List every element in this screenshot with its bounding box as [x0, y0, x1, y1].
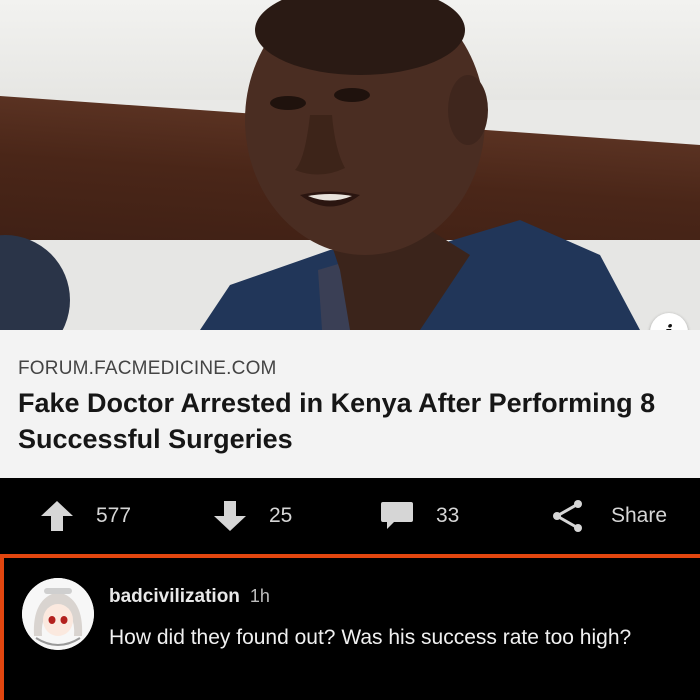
photo-person: [200, 0, 640, 330]
downvote-count: 25: [269, 504, 293, 527]
upvote-count: 577: [96, 504, 132, 527]
article-photo[interactable]: [0, 0, 700, 330]
comment-count: 33: [436, 504, 460, 527]
comment-body: How did they found out? Was his success …: [109, 626, 632, 649]
upvote-arrow-icon: [41, 501, 73, 531]
upvote-button[interactable]: 577: [40, 478, 131, 554]
comment-timestamp: 1h: [249, 586, 270, 606]
comment-item: badcivilization 1h How did they found out…: [0, 554, 700, 700]
link-card[interactable]: FORUM.FACMEDICINE.COM Fake Doctor Arrest…: [0, 330, 700, 478]
post-action-bar: 577 25 33 Share: [0, 478, 700, 554]
link-domain: FORUM.FACMEDICINE.COM: [18, 358, 277, 379]
avatar[interactable]: [22, 578, 94, 650]
comment-author[interactable]: badcivilization 1h: [109, 586, 270, 608]
share-button[interactable]: Share: [551, 478, 667, 554]
share-label: Share: [611, 504, 668, 527]
comment-username[interactable]: badcivilization: [109, 586, 240, 607]
share-icon: [553, 500, 582, 532]
link-title: Fake Doctor Arrested in Kenya After Perf…: [18, 388, 656, 454]
avatar-anime-icon: [22, 578, 94, 650]
comment-bubble-icon: [381, 502, 413, 529]
downvote-arrow-icon: [214, 501, 246, 531]
downvote-button[interactable]: 25: [213, 478, 292, 554]
comments-button[interactable]: 33: [380, 478, 459, 554]
